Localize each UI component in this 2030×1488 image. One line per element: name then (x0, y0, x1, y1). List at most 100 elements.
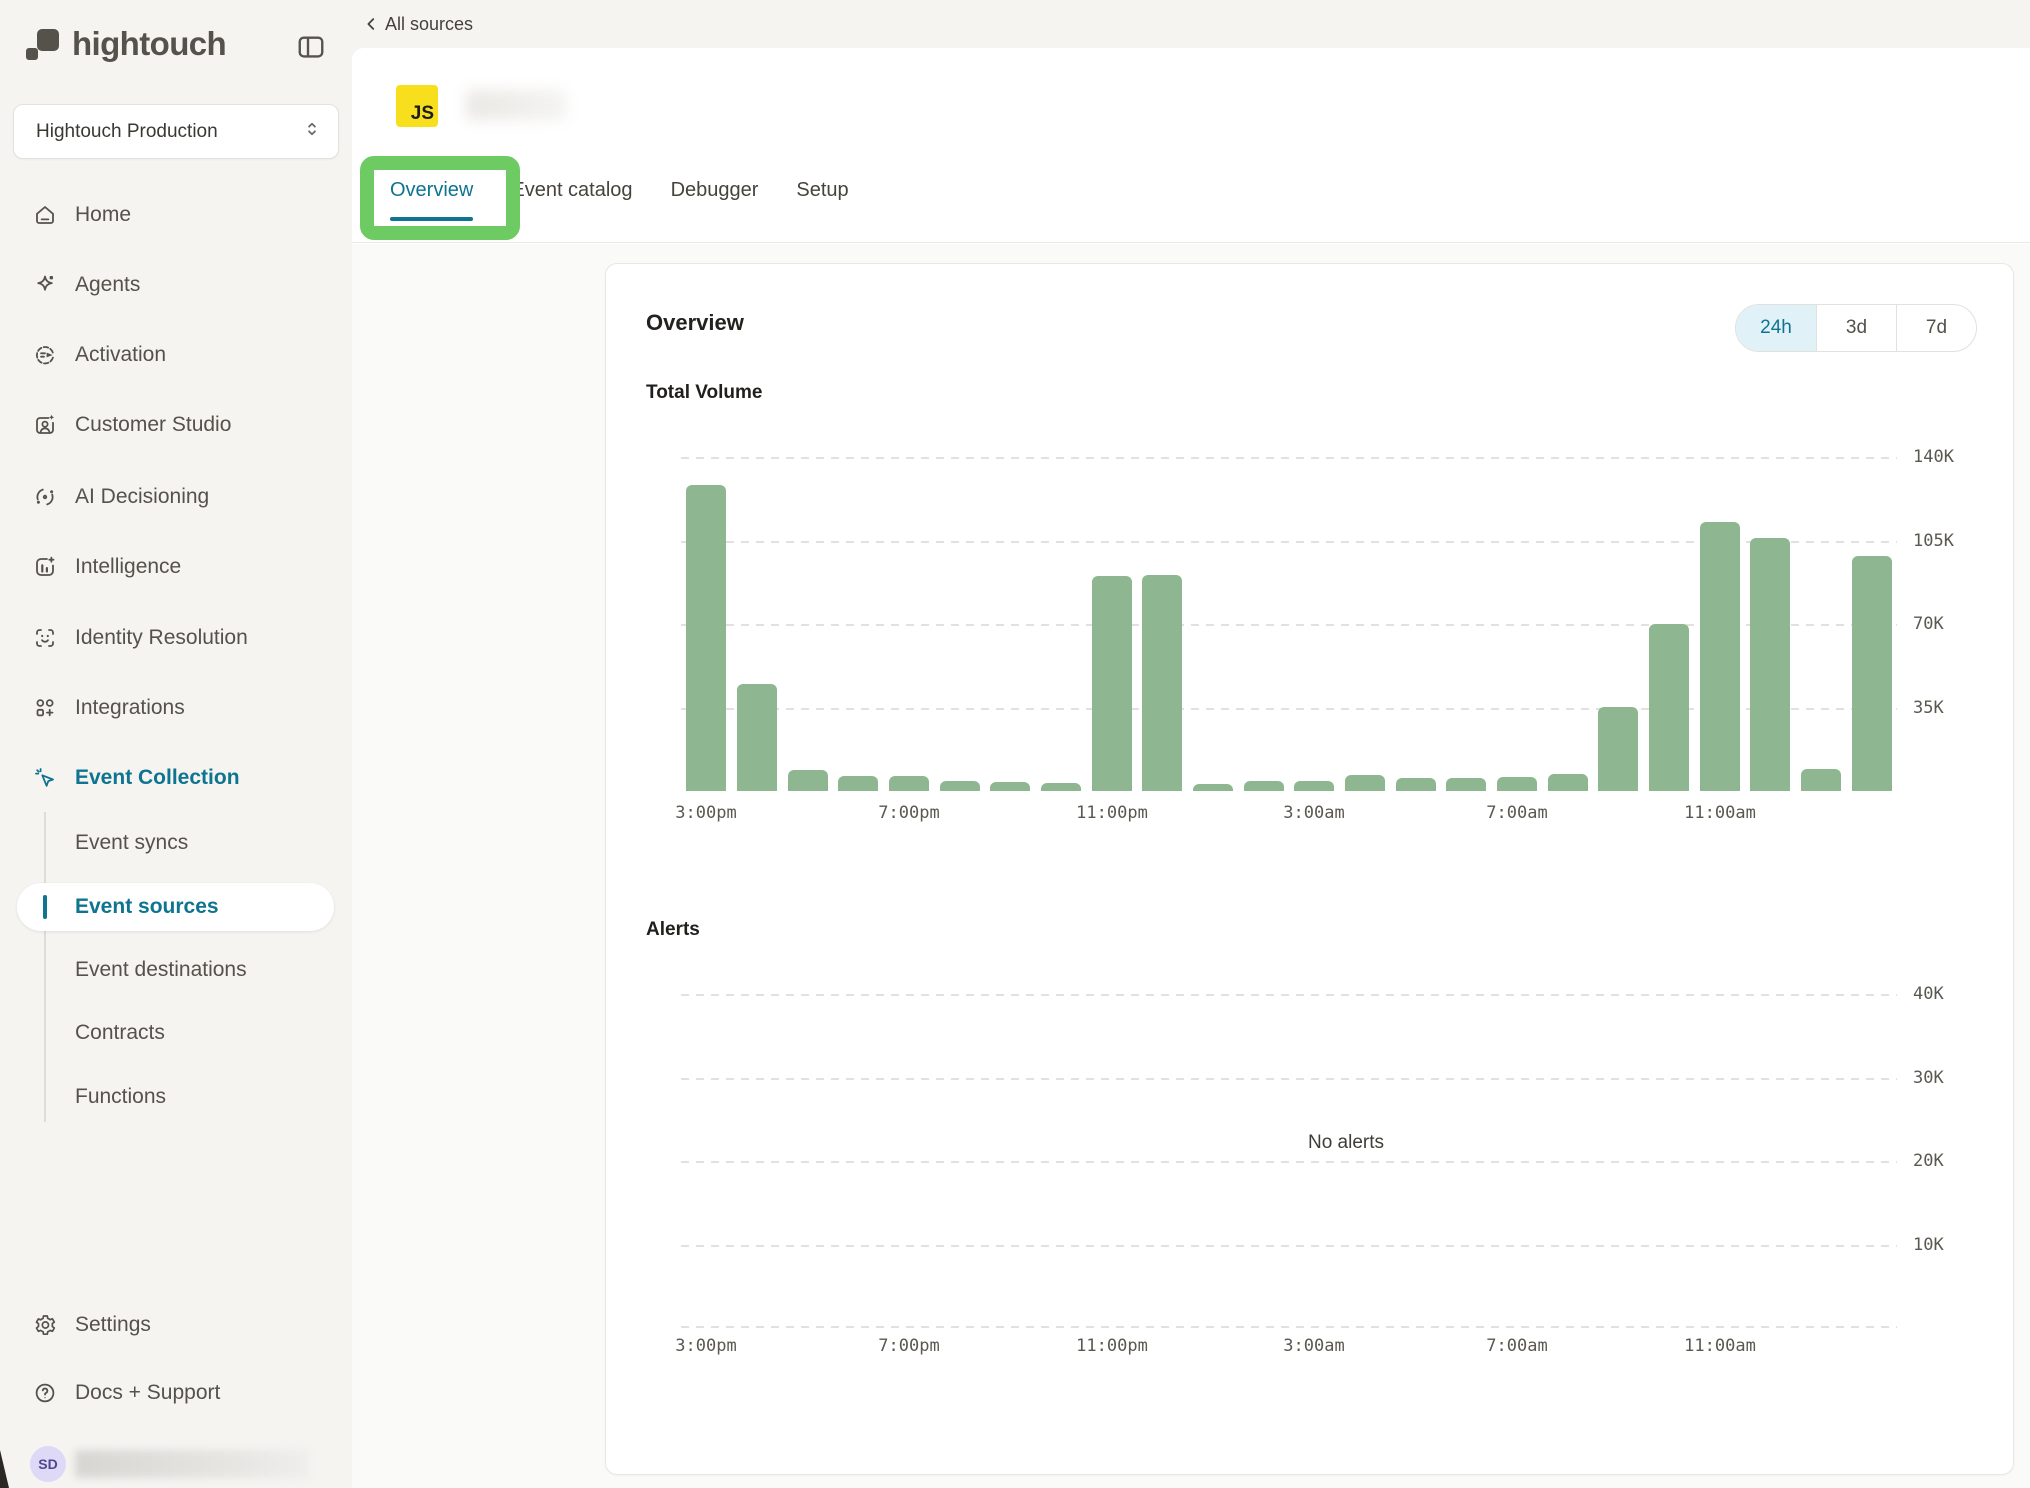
gridline-10K (681, 1245, 1897, 1247)
panel-left-icon (296, 32, 326, 67)
x-axis-tick: 3:00pm (675, 1336, 736, 1356)
sidebar-subitem-contracts[interactable]: Contracts (0, 1009, 352, 1057)
sidebar-item-settings[interactable]: Settings (0, 1301, 352, 1349)
volume-bar-3:00am (1294, 781, 1334, 791)
x-axis-tick: 11:00pm (1076, 803, 1148, 823)
range-button-7d[interactable]: 7d (1896, 305, 1976, 351)
sidebar-item-home[interactable]: Home (0, 191, 352, 239)
x-axis-tick: 3:00am (1283, 1336, 1344, 1356)
volume-bar-12:00am (1142, 575, 1182, 791)
tab-bar: Overview Event catalog Debugger Setup (390, 176, 849, 204)
sidebar-item-customer-studio[interactable]: Customer Studio (0, 401, 352, 449)
panel-content: Overview 24h3d7d Total Volume 35K70K105K… (352, 244, 2030, 1488)
identity-resolution-icon (33, 626, 57, 650)
x-axis-tick: 3:00pm (675, 803, 736, 823)
volume-bar-9:00am (1598, 707, 1638, 791)
breadcrumb-back-link[interactable]: All sources (362, 10, 473, 38)
gridline-baseline (681, 1326, 1897, 1328)
sidebar-item-docs-support[interactable]: Docs + Support (0, 1369, 352, 1417)
y-axis-tick: 70K (1913, 611, 1944, 637)
logo-text: hightouch (72, 25, 226, 63)
screen-edge-artifact (0, 1450, 9, 1488)
tab-event-catalog[interactable]: Event catalog (511, 176, 632, 204)
y-axis-tick: 40K (1913, 981, 1944, 1007)
volume-bar-11:00pm (1092, 576, 1132, 791)
hightouch-logo: hightouch (25, 22, 226, 66)
gridline-140K (681, 457, 1897, 459)
range-button-24h[interactable]: 24h (1736, 305, 1816, 351)
no-alerts-message: No alerts (681, 1132, 2011, 1154)
javascript-source-icon: JS (396, 85, 438, 127)
total-volume-label: Total Volume (646, 382, 762, 404)
x-axis-tick: 7:00pm (878, 803, 939, 823)
sidebar-subitem-event-syncs[interactable]: Event syncs (0, 819, 352, 867)
overview-card: Overview 24h3d7d Total Volume 35K70K105K… (605, 263, 2014, 1475)
volume-bar-7:00pm (889, 776, 929, 791)
volume-bar-11:00am (1700, 522, 1740, 791)
range-button-3d[interactable]: 3d (1816, 305, 1896, 351)
sidebar: hightouch Hightouch Production Home Agent… (0, 0, 352, 1488)
updown-chevron-icon (302, 119, 322, 145)
volume-bar-4:00pm (737, 684, 777, 791)
user-name-redacted (75, 1450, 309, 1478)
tab-overview[interactable]: Overview (390, 176, 473, 204)
x-axis-tick: 3:00am (1283, 803, 1344, 823)
total-volume-chart[interactable]: 35K70K105K140K3:00pm7:00pm11:00pm3:00am7… (681, 432, 1897, 791)
sidebar-item-identity-resolution[interactable]: Identity Resolution (0, 614, 352, 662)
gear-icon (33, 1313, 57, 1337)
sidebar-item-activation[interactable]: Activation (0, 331, 352, 379)
y-axis-tick: 140K (1913, 444, 1954, 470)
workspace-selector[interactable]: Hightouch Production (13, 104, 339, 159)
sidebar-collapse-button[interactable] (293, 31, 329, 67)
user-menu[interactable]: SD (30, 1446, 309, 1482)
hightouch-logo-icon (25, 26, 61, 62)
sidebar-item-intelligence[interactable]: Intelligence (0, 543, 352, 591)
volume-bar-12:00pm (1750, 538, 1790, 791)
volume-bar-10:00am (1649, 624, 1689, 791)
time-range-control: 24h3d7d (1735, 304, 1977, 352)
sidebar-subitem-event-destinations[interactable]: Event destinations (0, 946, 352, 994)
x-axis-tick: 11:00pm (1076, 1336, 1148, 1356)
volume-bar-5:00am (1396, 778, 1436, 791)
volume-bar-10:00pm (1041, 783, 1081, 791)
breadcrumb-label: All sources (385, 14, 473, 35)
help-icon (33, 1381, 57, 1405)
event-collection-icon (33, 766, 57, 790)
volume-bar-4:00am (1345, 775, 1385, 791)
x-axis-tick: 7:00am (1486, 1336, 1547, 1356)
volume-bar-7:00am (1497, 777, 1537, 791)
volume-bar-8:00am (1548, 774, 1588, 791)
gridline-40K (681, 994, 1897, 996)
home-icon (33, 203, 57, 227)
x-axis-tick: 11:00am (1684, 1336, 1756, 1356)
tab-debugger[interactable]: Debugger (671, 176, 759, 204)
volume-bar-9:00pm (990, 782, 1030, 791)
x-axis-tick: 7:00pm (878, 1336, 939, 1356)
volume-bar-2:00am (1244, 781, 1284, 791)
volume-bar-1:00am (1193, 784, 1233, 791)
avatar[interactable]: SD (30, 1446, 66, 1482)
integrations-icon (33, 696, 57, 720)
sidebar-subitem-functions[interactable]: Functions (0, 1073, 352, 1121)
volume-bar-2:00pm (1852, 556, 1892, 791)
sidebar-subitem-event-sources[interactable]: Event sources (17, 883, 334, 931)
intelligence-icon (33, 555, 57, 579)
sidebar-item-ai-decisioning[interactable]: AI Decisioning (0, 473, 352, 521)
gridline-30K (681, 1078, 1897, 1080)
y-axis-tick: 35K (1913, 695, 1944, 721)
sparkle-icon (33, 273, 57, 297)
sidebar-item-integrations[interactable]: Integrations (0, 684, 352, 732)
workspace-name: Hightouch Production (36, 121, 218, 143)
tab-setup[interactable]: Setup (796, 176, 848, 204)
sidebar-item-event-collection[interactable]: Event Collection (0, 754, 352, 802)
x-axis-tick: 11:00am (1684, 803, 1756, 823)
volume-bar-5:00pm (788, 770, 828, 791)
volume-bar-6:00pm (838, 776, 878, 791)
volume-bar-8:00pm (940, 781, 980, 791)
x-axis-tick: 7:00am (1486, 803, 1547, 823)
source-name-redacted (466, 90, 566, 120)
ai-decisioning-icon (33, 485, 57, 509)
app-root: hightouch Hightouch Production Home Agent… (0, 0, 2030, 1488)
sidebar-item-agents[interactable]: Agents (0, 261, 352, 309)
gridline-20K (681, 1161, 1897, 1163)
